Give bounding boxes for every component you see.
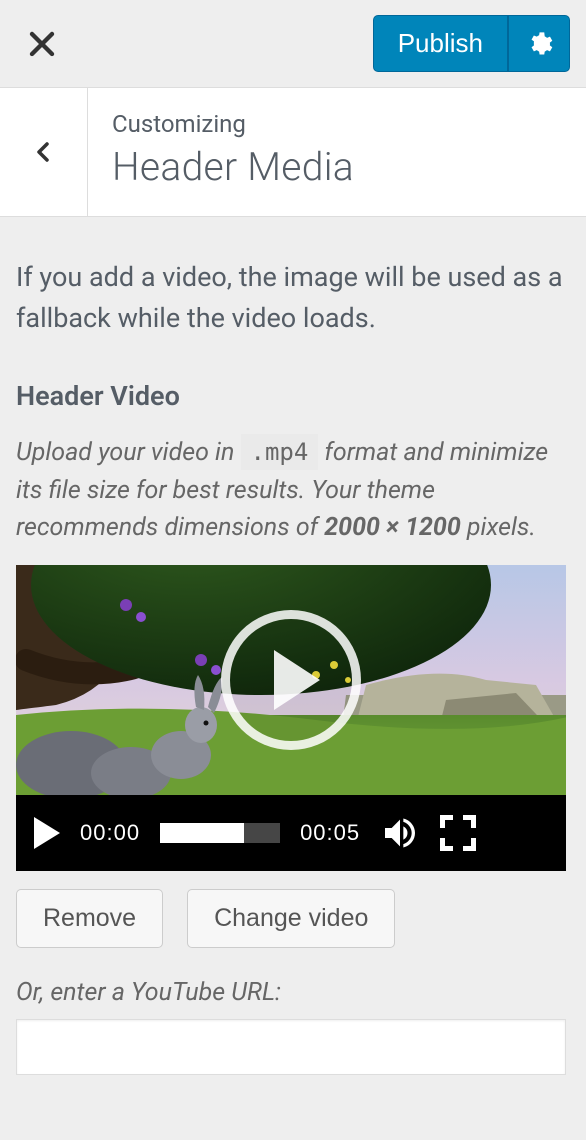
change-video-button[interactable]: Change video bbox=[187, 889, 395, 948]
top-bar: Publish bbox=[0, 0, 586, 88]
publish-button[interactable]: Publish bbox=[373, 15, 508, 72]
hint-code: .mp4 bbox=[241, 434, 319, 470]
volume-button[interactable] bbox=[380, 813, 420, 853]
close-button[interactable] bbox=[16, 18, 68, 70]
close-icon bbox=[27, 29, 57, 59]
youtube-label: Or, enter a YouTube URL: bbox=[16, 978, 570, 1007]
video-frame[interactable] bbox=[16, 565, 566, 795]
hint-dimensions: 2000 × 1200 bbox=[324, 513, 461, 542]
duration: 00:05 bbox=[300, 820, 360, 846]
topbar-actions: Publish bbox=[373, 15, 570, 72]
video-controls: 00:00 00:05 bbox=[16, 795, 566, 871]
panel-header: Customizing Header Media bbox=[0, 88, 586, 217]
remove-video-button[interactable]: Remove bbox=[16, 889, 163, 948]
panel-content: If you add a video, the image will be us… bbox=[0, 217, 586, 1091]
current-time: 00:00 bbox=[80, 820, 140, 846]
hint-prefix: Upload your video in bbox=[16, 438, 241, 467]
video-hint: Upload your video in .mp4 format and min… bbox=[16, 434, 570, 547]
play-icon bbox=[274, 650, 320, 710]
eyebrow-label: Customizing bbox=[112, 110, 562, 138]
chevron-left-icon bbox=[32, 140, 56, 164]
back-button[interactable] bbox=[0, 88, 88, 216]
volume-icon bbox=[380, 813, 420, 853]
fullscreen-button[interactable] bbox=[440, 815, 476, 851]
video-actions: Remove Change video bbox=[16, 889, 570, 948]
gear-icon bbox=[525, 30, 553, 58]
play-overlay-button[interactable] bbox=[221, 610, 361, 750]
intro-text: If you add a video, the image will be us… bbox=[16, 257, 570, 338]
progress-bar[interactable] bbox=[160, 823, 280, 843]
publish-settings-button[interactable] bbox=[508, 15, 570, 72]
youtube-url-input[interactable] bbox=[16, 1019, 566, 1075]
header-titles: Customizing Header Media bbox=[88, 88, 586, 216]
fullscreen-icon bbox=[440, 815, 453, 828]
play-button[interactable] bbox=[34, 817, 60, 849]
progress-fill bbox=[160, 823, 244, 843]
video-preview: 00:00 00:05 bbox=[16, 565, 566, 871]
header-video-heading: Header Video bbox=[16, 380, 570, 412]
page-title: Header Media bbox=[112, 144, 562, 190]
hint-suffix: pixels. bbox=[461, 513, 536, 542]
